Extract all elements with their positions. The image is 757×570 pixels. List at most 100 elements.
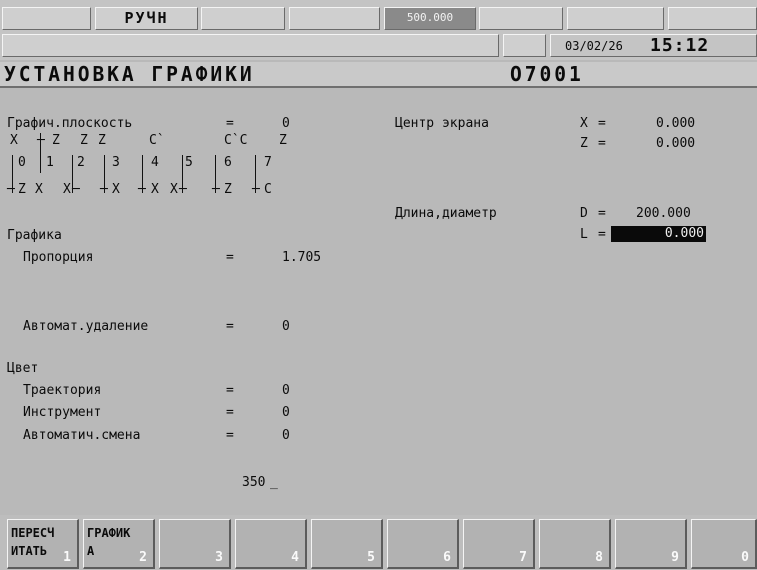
date: 03/02/26 xyxy=(565,39,623,53)
softkey-1-label-1: ПЕРЕСЧ xyxy=(11,526,55,540)
schema-top-6: Z xyxy=(279,133,287,148)
schema-bot-0: Z xyxy=(18,182,26,197)
schema-axis-0 xyxy=(12,155,13,193)
schema-axis-1 xyxy=(40,133,41,173)
schema-axis-6 xyxy=(215,155,216,193)
softkey-1-label-2: ИТАТЬ xyxy=(11,544,48,558)
softkey-2-number: 2 xyxy=(139,550,147,565)
auto-change-value[interactable]: 0 xyxy=(282,428,290,443)
screen-center-label: Центр экрана xyxy=(395,116,489,131)
schema-bot-2: X xyxy=(63,182,71,197)
softkey-4[interactable]: 4 xyxy=(235,519,307,569)
screen-title: УСТАНОВКА ГРАФИКИ xyxy=(4,62,255,86)
schema-num-3: 3 xyxy=(112,155,120,170)
softkey-2-label-2: А xyxy=(87,544,95,558)
softkey-3[interactable]: 3 xyxy=(159,519,231,569)
program-number: O7001 xyxy=(510,62,584,86)
l-eq: = xyxy=(598,227,606,242)
tool-value[interactable]: 0 xyxy=(282,405,290,420)
softkey-recalculate[interactable]: ПЕРЕСЧ ИТАТЬ 1 xyxy=(7,519,79,569)
mode-indicator: РУЧН xyxy=(95,7,198,30)
softkey-4-number: 4 xyxy=(291,550,299,565)
schema-num-0: 0 xyxy=(18,155,26,170)
input-buffer[interactable]: 350 xyxy=(242,475,265,490)
softkey-8[interactable]: 8 xyxy=(539,519,611,569)
schema-top-2: Z xyxy=(80,133,88,148)
d-label: D xyxy=(580,206,588,221)
schema-axis-3 xyxy=(104,155,105,193)
l-value-selected[interactable]: 0.000 xyxy=(611,226,706,242)
trajectory-value[interactable]: 0 xyxy=(282,383,290,398)
schema-bot-4: X xyxy=(151,182,159,197)
schema-bot-7: C xyxy=(264,182,272,197)
schema-num-7: 7 xyxy=(264,155,272,170)
softkey-graphics[interactable]: ГРАФИК А 2 xyxy=(83,519,155,569)
title-bar: УСТАНОВКА ГРАФИКИ O7001 xyxy=(0,62,757,88)
plane-eq: = xyxy=(226,116,234,131)
schema-bot-5: X xyxy=(170,182,178,197)
status-cell-6 xyxy=(479,7,563,30)
time: 15:12 xyxy=(650,35,710,56)
softkey-2-label-1: ГРАФИК xyxy=(87,526,131,540)
schema-top-4: C` xyxy=(149,133,165,148)
auto-change-eq: = xyxy=(226,428,234,443)
d-eq: = xyxy=(598,206,606,221)
schema-bot-3: X xyxy=(112,182,120,197)
status-cell-3 xyxy=(201,7,285,30)
softkey-7-number: 7 xyxy=(519,550,527,565)
tool-label: Инструмент xyxy=(23,405,102,420)
z-eq: = xyxy=(598,136,606,151)
auto-delete-label: Автомат.удаление xyxy=(23,319,149,334)
softkey-bar: ПЕРЕСЧ ИТАТЬ 1 ГРАФИК А 2 3 4 5 6 7 8 9 … xyxy=(0,515,757,570)
input-cursor: _ xyxy=(270,475,278,490)
softkey-9[interactable]: 9 xyxy=(615,519,687,569)
x-label: X xyxy=(580,116,588,131)
schema-top-5: C`C xyxy=(224,133,248,148)
trajectory-eq: = xyxy=(226,383,234,398)
status-cell-4 xyxy=(289,7,380,30)
softkey-5[interactable]: 5 xyxy=(311,519,383,569)
schema-num-6: 6 xyxy=(224,155,232,170)
schema-num-2: 2 xyxy=(77,155,85,170)
proportion-eq: = xyxy=(226,250,234,265)
proportion-value[interactable]: 1.705 xyxy=(282,250,321,265)
softkey-0[interactable]: 0 xyxy=(691,519,757,569)
z-label: Z xyxy=(580,136,588,151)
status-bar: РУЧН 500.000 03/02/26 15:12 xyxy=(0,0,757,60)
graphics-header: Графика xyxy=(7,228,62,243)
l-label: L xyxy=(580,227,588,242)
trajectory-label: Траектория xyxy=(23,383,102,398)
schema-top-0: X xyxy=(10,133,18,148)
schema-dash-2: ─ xyxy=(72,182,80,197)
tool-eq: = xyxy=(226,405,234,420)
schema-dash-0: ─ xyxy=(7,182,15,197)
softkey-6[interactable]: 6 xyxy=(387,519,459,569)
softkey-6-number: 6 xyxy=(443,550,451,565)
z-value[interactable]: 0.000 xyxy=(656,136,695,151)
softkey-3-number: 3 xyxy=(215,550,223,565)
plane-value[interactable]: 0 xyxy=(282,116,290,131)
schema-num-1: 1 xyxy=(46,155,54,170)
schema-num-4: 4 xyxy=(151,155,159,170)
length-diameter-label: Длина,диаметр xyxy=(395,206,497,221)
proportion-label: Пропорция xyxy=(23,250,94,265)
softkey-8-number: 8 xyxy=(595,550,603,565)
status-cell-small xyxy=(503,34,546,57)
schema-axis-4 xyxy=(142,155,143,193)
softkey-0-number: 0 xyxy=(741,550,749,565)
x-eq: = xyxy=(598,116,606,131)
color-header: Цвет xyxy=(7,361,39,376)
status-cell-1 xyxy=(2,7,91,30)
schema-axis-5 xyxy=(182,155,183,193)
feed-value: 500.000 xyxy=(384,7,476,30)
message-line xyxy=(2,34,499,57)
auto-change-label: Автоматич.смена xyxy=(23,428,141,443)
softkey-7[interactable]: 7 xyxy=(463,519,535,569)
d-value[interactable]: 200.000 xyxy=(636,206,691,221)
clock-box: 03/02/26 15:12 xyxy=(550,34,757,57)
auto-delete-value[interactable]: 0 xyxy=(282,319,290,334)
x-value[interactable]: 0.000 xyxy=(656,116,695,131)
schema-top-1: Z xyxy=(52,133,60,148)
softkey-9-number: 9 xyxy=(671,550,679,565)
auto-delete-eq: = xyxy=(226,319,234,334)
